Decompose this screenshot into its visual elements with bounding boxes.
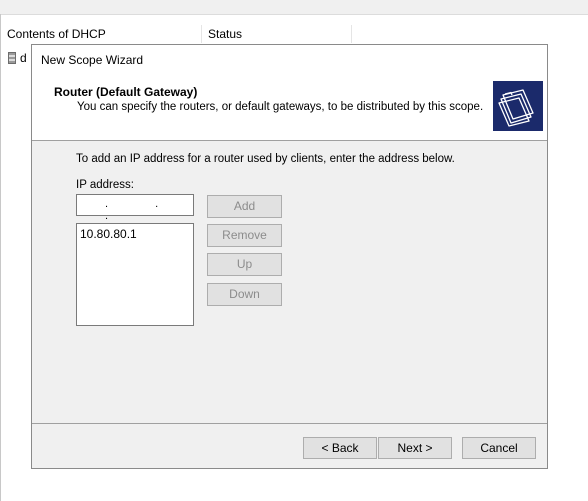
dialog-title: New Scope Wizard (41, 53, 144, 67)
folders-icon (493, 81, 543, 131)
footer-divider (32, 423, 547, 424)
mmc-row-label: d (20, 51, 27, 65)
dialog-titlebar[interactable]: New Scope Wizard (32, 45, 547, 76)
mmc-toolbar (0, 0, 588, 15)
ip-address-value: . . . (105, 198, 181, 222)
ip-address-input[interactable]: . . . (76, 194, 194, 222)
list-item[interactable]: 10.80.80.1 (80, 227, 137, 241)
wizard-body: To add an IP address for a router used b… (32, 141, 547, 421)
mmc-list-header: Contents of DHCP Status (1, 25, 588, 43)
page-title: Router (Default Gateway) (54, 85, 198, 99)
mmc-divider (0, 14, 1, 501)
down-button[interactable]: Down (207, 283, 282, 306)
ip-address-label: IP address: (76, 179, 134, 191)
router-list[interactable]: 10.80.80.1 (76, 223, 194, 326)
mmc-list-row[interactable]: d (8, 50, 27, 66)
instruction-text: To add an IP address for a router used b… (76, 153, 455, 165)
column-header-contents[interactable]: Contents of DHCP (1, 25, 202, 43)
cancel-button[interactable]: Cancel (462, 437, 536, 459)
page-subtitle: You can specify the routers, or default … (77, 101, 484, 113)
column-header-status[interactable]: Status (202, 25, 352, 43)
new-scope-wizard-dialog: New Scope Wizard Router (Default Gateway… (31, 44, 548, 469)
back-button[interactable]: < Back (303, 437, 377, 459)
up-button[interactable]: Up (207, 253, 282, 276)
remove-button[interactable]: Remove (207, 224, 282, 247)
next-button[interactable]: Next > (378, 437, 452, 459)
wizard-header: Router (Default Gateway) You can specify… (32, 76, 547, 141)
server-icon (8, 52, 16, 64)
add-button[interactable]: Add (207, 195, 282, 218)
